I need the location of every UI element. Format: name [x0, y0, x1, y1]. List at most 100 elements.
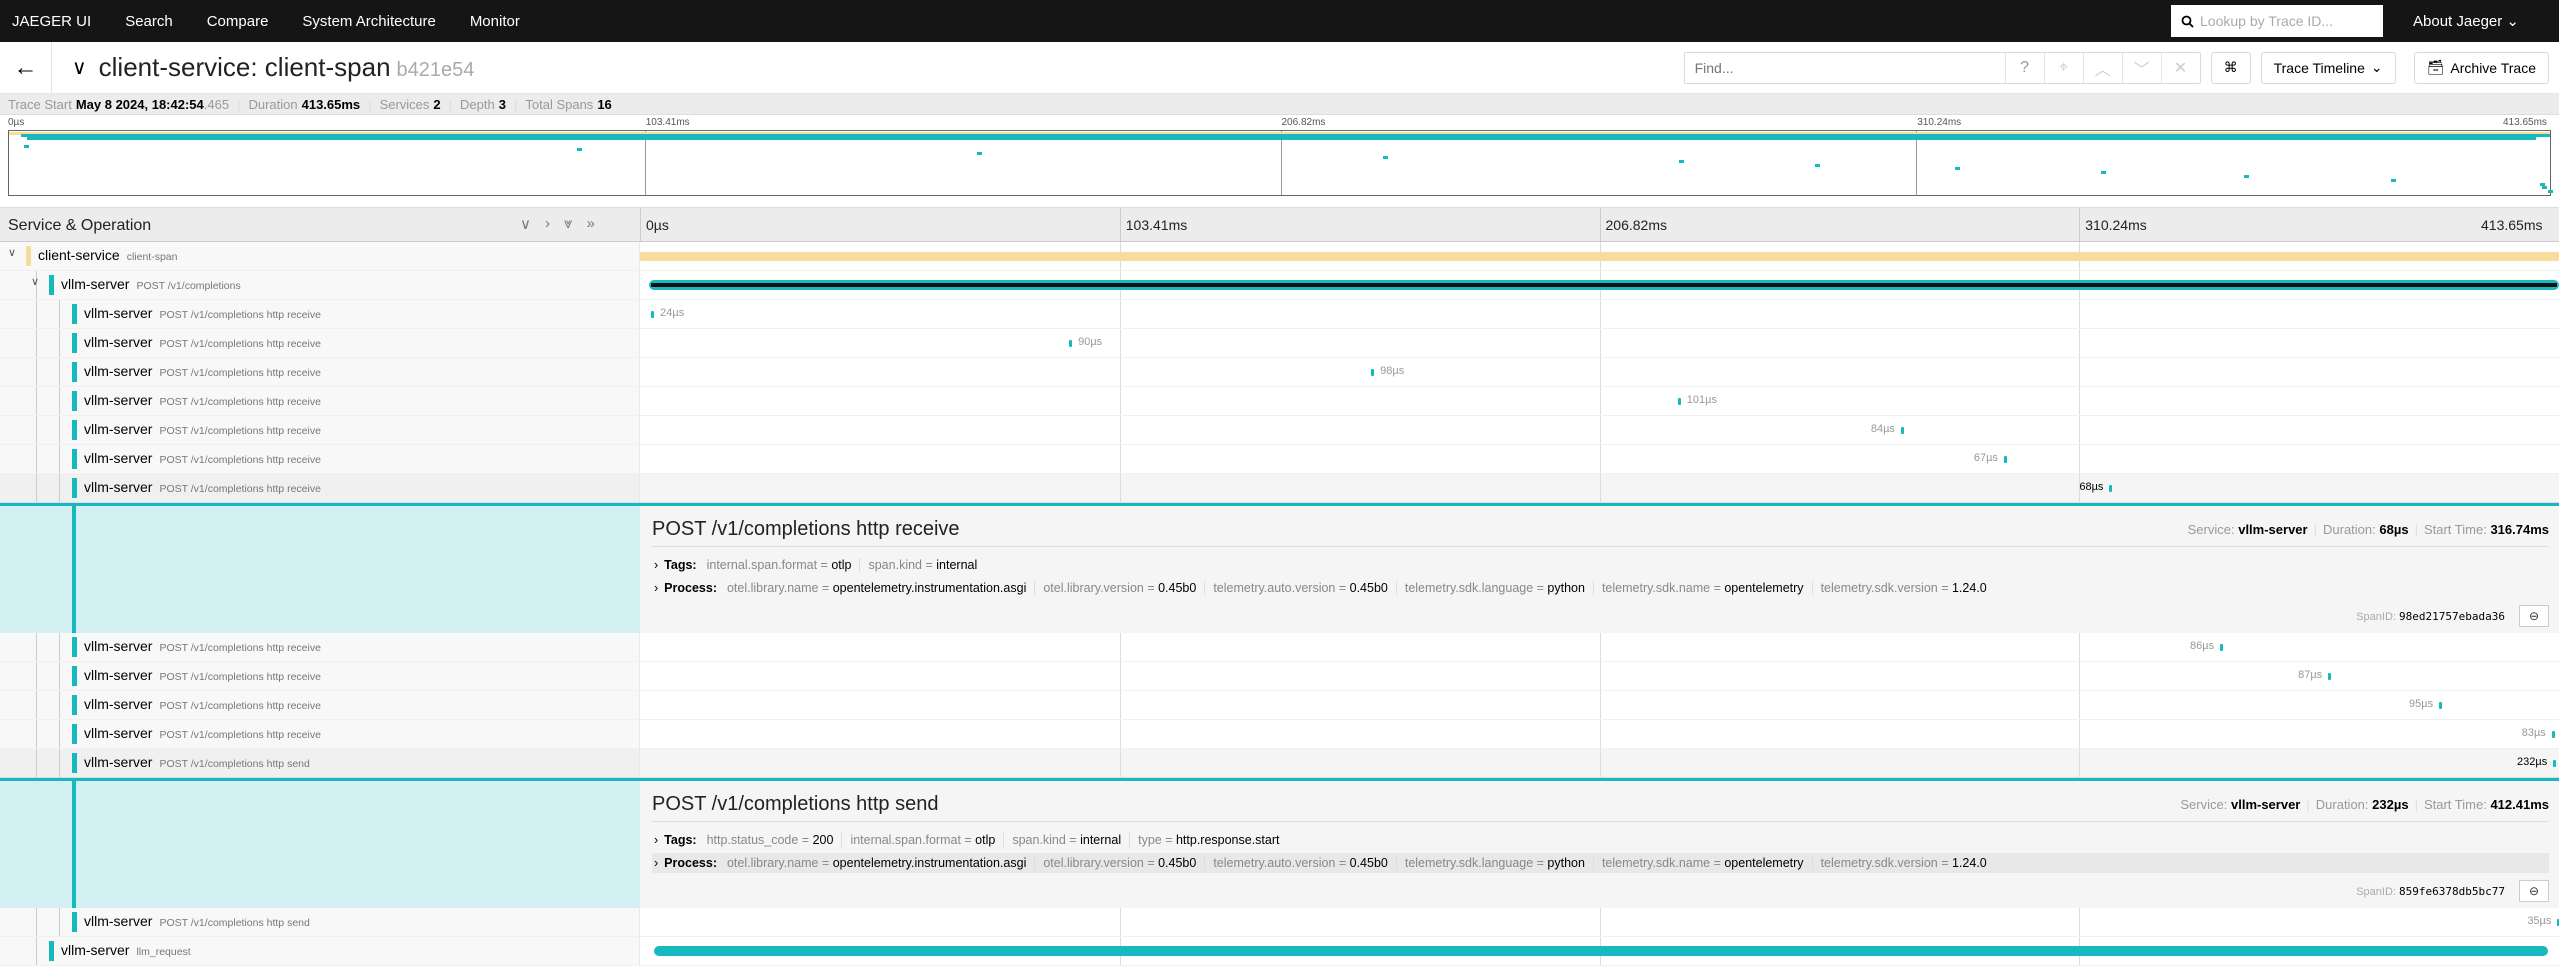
find-input[interactable]: [1684, 52, 2005, 83]
span-bar[interactable]: [649, 280, 2559, 290]
span-row[interactable]: vllm-server POST /v1/completions http sen…: [0, 749, 2559, 778]
clear-search-button[interactable]: ✕: [2160, 52, 2200, 83]
span-row[interactable]: vllm-server POST /v1/completions http rec…: [0, 445, 2559, 474]
expand-all-icon[interactable]: ⩔: [564, 215, 572, 233]
span-name-cell[interactable]: vllm-server POST /v1/completions http rec…: [0, 445, 640, 473]
copy-link-button[interactable]: ⊖: [2519, 605, 2549, 627]
span-name-cell[interactable]: vllm-server POST /v1/completions http rec…: [0, 720, 640, 748]
help-icon[interactable]: ?: [2004, 52, 2044, 83]
span-bar[interactable]: [2551, 731, 2555, 738]
span-name-cell[interactable]: vllm-server POST /v1/completions http sen…: [0, 908, 640, 936]
span-bar[interactable]: [1069, 340, 1073, 347]
span-bar[interactable]: [2553, 760, 2557, 767]
span-bar[interactable]: [2439, 702, 2443, 709]
span-name-cell[interactable]: ∨ client-service client-span: [0, 242, 640, 270]
span-timeline-cell[interactable]: 35µs: [640, 908, 2559, 936]
span-name-cell[interactable]: vllm-server llm_request: [0, 937, 640, 965]
collapse-header-toggle[interactable]: ∨: [72, 55, 87, 80]
span-timeline-cell[interactable]: [640, 937, 2559, 965]
span-timeline-cell[interactable]: 84µs: [640, 416, 2559, 444]
span-timeline-cell[interactable]: [640, 271, 2559, 299]
archive-trace-button[interactable]: 🗃 Archive Trace: [2413, 51, 2549, 84]
span-name-cell[interactable]: ∨ vllm-server POST /v1/completions: [0, 271, 640, 299]
collapse-all-icon[interactable]: »: [586, 215, 594, 233]
service-name: vllm-server: [84, 638, 153, 654]
span-row[interactable]: ∨ client-service client-span: [0, 242, 2559, 271]
span-timeline-cell[interactable]: 90µs: [640, 329, 2559, 357]
span-name-cell[interactable]: vllm-server POST /v1/completions http rec…: [0, 474, 640, 502]
view-selector[interactable]: Trace Timeline ⌄: [2260, 51, 2396, 84]
nav-system-architecture[interactable]: System Architecture: [302, 13, 435, 30]
span-row[interactable]: ∨ vllm-server POST /v1/completions: [0, 271, 2559, 300]
span-name-cell[interactable]: vllm-server POST /v1/completions http rec…: [0, 633, 640, 661]
process-section[interactable]: › Process: otel.library.name = opentelemet…: [652, 578, 2549, 598]
span-row[interactable]: vllm-server POST /v1/completions http rec…: [0, 300, 2559, 329]
trace-start-label: Trace Start: [8, 96, 72, 112]
span-bar[interactable]: [1371, 369, 1375, 376]
nav-monitor[interactable]: Monitor: [470, 13, 520, 30]
span-name-cell[interactable]: vllm-server POST /v1/completions http sen…: [0, 749, 640, 777]
tags-section[interactable]: › Tags: internal.span.format = otlp span.ki…: [652, 555, 2549, 575]
duration-value: 413.65ms: [301, 96, 361, 112]
next-match-button[interactable]: ﹀: [2121, 52, 2161, 83]
back-button[interactable]: ←: [0, 41, 52, 94]
trace-id-lookup-input[interactable]: Lookup by Trace ID...: [2171, 5, 2384, 37]
span-row[interactable]: vllm-server POST /v1/completions http rec…: [0, 691, 2559, 720]
span-bar[interactable]: [2328, 673, 2332, 680]
span-timeline-cell[interactable]: 83µs: [640, 720, 2559, 748]
tags-section[interactable]: › Tags: http.status_code = 200 internal.spa…: [652, 830, 2549, 850]
span-row[interactable]: vllm-server llm_request: [0, 937, 2559, 966]
span-bar[interactable]: [2109, 485, 2113, 492]
nav-compare[interactable]: Compare: [207, 13, 269, 30]
locate-icon[interactable]: ⌖: [2043, 52, 2083, 83]
span-bar[interactable]: [653, 946, 2549, 956]
span-timeline-cell[interactable]: 232µs: [640, 749, 2559, 777]
span-name-cell[interactable]: vllm-server POST /v1/completions http rec…: [0, 358, 640, 386]
copy-link-button[interactable]: ⊖: [2519, 880, 2549, 902]
span-timeline-cell[interactable]: 67µs: [640, 445, 2559, 473]
span-bar[interactable]: [1900, 427, 1904, 434]
span-row[interactable]: vllm-server POST /v1/completions http rec…: [0, 662, 2559, 691]
keyboard-shortcuts-button[interactable]: ⌘: [2210, 51, 2251, 84]
prev-match-button[interactable]: ︿: [2082, 52, 2122, 83]
span-row[interactable]: vllm-server POST /v1/completions http rec…: [0, 329, 2559, 358]
services-value: 2: [433, 96, 441, 112]
span-name: vllm-server POST /v1/completions http rec…: [84, 638, 321, 654]
span-row[interactable]: vllm-server POST /v1/completions http rec…: [0, 387, 2559, 416]
expand-one-icon[interactable]: ›: [545, 215, 550, 233]
span-bar[interactable]: [651, 311, 655, 318]
span-bar[interactable]: [2220, 644, 2224, 651]
span-timeline-cell[interactable]: 95µs: [640, 691, 2559, 719]
span-row[interactable]: vllm-server POST /v1/completions http rec…: [0, 633, 2559, 662]
span-timeline-cell[interactable]: 68µs: [640, 474, 2559, 502]
span-name-cell[interactable]: vllm-server POST /v1/completions http rec…: [0, 329, 640, 357]
span-row[interactable]: vllm-server POST /v1/completions http rec…: [0, 358, 2559, 387]
about-jaeger-menu[interactable]: About Jaeger ⌄: [2413, 12, 2519, 30]
span-timeline-cell[interactable]: 87µs: [640, 662, 2559, 690]
chevron-down-icon[interactable]: ∨: [31, 275, 39, 288]
nav-search[interactable]: Search: [125, 13, 173, 30]
process-section[interactable]: › Process: otel.library.name = opentelemet…: [652, 853, 2549, 873]
trace-minimap[interactable]: [8, 130, 2553, 196]
span-name-cell[interactable]: vllm-server POST /v1/completions http rec…: [0, 300, 640, 328]
span-timeline-cell[interactable]: 101µs: [640, 387, 2559, 415]
span-row[interactable]: vllm-server POST /v1/completions http rec…: [0, 720, 2559, 749]
span-name-cell[interactable]: vllm-server POST /v1/completions http rec…: [0, 387, 640, 415]
brand-link[interactable]: JAEGER UI: [12, 13, 91, 30]
span-timeline-cell[interactable]: 86µs: [640, 633, 2559, 661]
span-row[interactable]: vllm-server POST /v1/completions http rec…: [0, 416, 2559, 445]
span-bar[interactable]: [1677, 398, 1681, 405]
span-name-cell[interactable]: vllm-server POST /v1/completions http rec…: [0, 416, 640, 444]
span-bar[interactable]: [640, 252, 2559, 261]
span-name-cell[interactable]: vllm-server POST /v1/completions http rec…: [0, 691, 640, 719]
span-timeline-cell[interactable]: 24µs: [640, 300, 2559, 328]
chevron-down-icon[interactable]: ∨: [8, 246, 16, 259]
span-bar[interactable]: [2003, 456, 2007, 463]
collapse-one-icon[interactable]: ∨: [520, 215, 531, 233]
span-timeline-cell[interactable]: 98µs: [640, 358, 2559, 386]
top-nav: JAEGER UI Search Compare System Architec…: [0, 0, 2559, 42]
span-timeline-cell[interactable]: [640, 242, 2559, 270]
span-row[interactable]: vllm-server POST /v1/completions http rec…: [0, 474, 2559, 503]
span-row[interactable]: vllm-server POST /v1/completions http sen…: [0, 908, 2559, 937]
span-name-cell[interactable]: vllm-server POST /v1/completions http rec…: [0, 662, 640, 690]
